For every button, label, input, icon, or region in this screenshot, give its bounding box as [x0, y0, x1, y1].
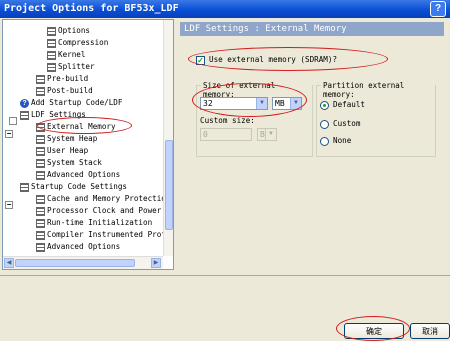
partition-group-label: Partition external memory: [321, 81, 435, 99]
scroll-left-icon[interactable]: ◀ [4, 258, 14, 268]
page-icon [36, 242, 45, 252]
tree-item-post-build[interactable]: Post-build [36, 85, 93, 97]
custom-size-input[interactable]: 0 [200, 128, 252, 141]
tree-item-kernel[interactable]: Kernel [47, 49, 85, 61]
page-icon [47, 26, 56, 36]
tree-item-system-stack[interactable]: System Stack [36, 157, 102, 169]
page-icon [36, 218, 45, 228]
custom-size-unit-select[interactable]: B ▼ [257, 128, 277, 141]
tree-vertical-scrollbar[interactable] [163, 20, 173, 256]
chevron-down-icon[interactable]: ▼ [265, 129, 276, 140]
help-button[interactable]: ? [430, 1, 446, 17]
page-icon [36, 194, 45, 204]
tree-item-system-heap[interactable]: System Heap [36, 133, 97, 145]
tree-item-external-memory[interactable]: External Memory [36, 121, 116, 133]
tree-item-options[interactable]: Options [47, 25, 90, 37]
ok-button[interactable]: 确定 [344, 323, 404, 339]
panel-header: LDF Settings : External Memory [180, 22, 444, 36]
size-unit-select[interactable]: MB ▼ [272, 97, 302, 110]
scroll-right-icon[interactable]: ▶ [151, 258, 161, 268]
options-tree[interactable]: − − Options Compression Kernel Splitter … [2, 19, 174, 270]
custom-size-label: Custom size: [200, 116, 255, 125]
window-title: Project Options for BF53x_LDF [4, 3, 179, 14]
page-icon [36, 158, 45, 168]
chevron-down-icon[interactable]: ▼ [290, 98, 301, 109]
divider [0, 275, 450, 276]
page-icon [47, 62, 56, 72]
chevron-down-icon[interactable]: ▼ [256, 98, 267, 109]
tree-item-compression[interactable]: Compression [47, 37, 108, 49]
tree-item-splitter[interactable]: Splitter [47, 61, 95, 73]
tree-item-add-startup-code[interactable]: ? Add Startup Code/LDF [20, 97, 122, 109]
tree-item-compiler-instrumented[interactable]: Compiler Instrumented Prof [36, 229, 166, 241]
page-icon [20, 110, 29, 120]
tree-item-advanced-options-2[interactable]: Advanced Options [36, 241, 120, 253]
page-icon [36, 170, 45, 180]
tree-item-processor-clock[interactable]: Processor Clock and Power S [36, 205, 170, 217]
partition-none-radio[interactable] [320, 137, 329, 146]
partition-none-label: None [333, 136, 352, 145]
page-icon [36, 74, 45, 84]
collapse-startup-code-icon[interactable]: − [5, 201, 13, 210]
collapse-ldf-settings-icon[interactable]: − [5, 130, 13, 139]
page-icon [36, 146, 45, 156]
tree-item-runtime-initialization[interactable]: Run-time Initialization [36, 217, 152, 229]
tree-item-user-heap[interactable]: User Heap [36, 145, 88, 157]
partition-custom-label: Custom [333, 119, 361, 128]
tree-item-ldf-settings[interactable]: LDF Settings [20, 109, 86, 121]
page-icon [36, 86, 45, 96]
help-icon: ? [20, 98, 29, 108]
tree-line-icon [9, 117, 17, 125]
scroll-thumb[interactable] [15, 259, 135, 267]
page-icon [20, 182, 29, 192]
page-icon [47, 38, 56, 48]
partition-default-radio[interactable] [320, 101, 329, 110]
partition-default-label: Default [333, 100, 366, 109]
title-bar: Project Options for BF53x_LDF ? [0, 0, 450, 18]
page-icon [36, 230, 45, 240]
cancel-button[interactable]: 取消 [410, 323, 450, 339]
use-external-memory-label: Use external memory (SDRAM)? [209, 55, 338, 64]
page-icon [47, 50, 56, 60]
page-icon [36, 134, 45, 144]
tree-item-startup-code-settings[interactable]: Startup Code Settings [20, 181, 127, 193]
settings-panel: LDF Settings : External Memory ✓ Use ext… [180, 19, 444, 268]
use-external-memory-checkbox[interactable]: ✓ [196, 56, 205, 65]
scroll-thumb[interactable] [165, 140, 173, 230]
page-icon [36, 206, 45, 216]
partition-custom-radio[interactable] [320, 120, 329, 129]
size-select[interactable]: 32 ▼ [200, 97, 268, 110]
tree-item-pre-build[interactable]: Pre-build [36, 73, 88, 85]
page-icon [36, 122, 45, 132]
tree-item-advanced-options[interactable]: Advanced Options [36, 169, 120, 181]
tree-item-cache-memory-protection[interactable]: Cache and Memory Protection [36, 193, 170, 205]
tree-horizontal-scrollbar[interactable]: ◀ ▶ [3, 256, 163, 269]
